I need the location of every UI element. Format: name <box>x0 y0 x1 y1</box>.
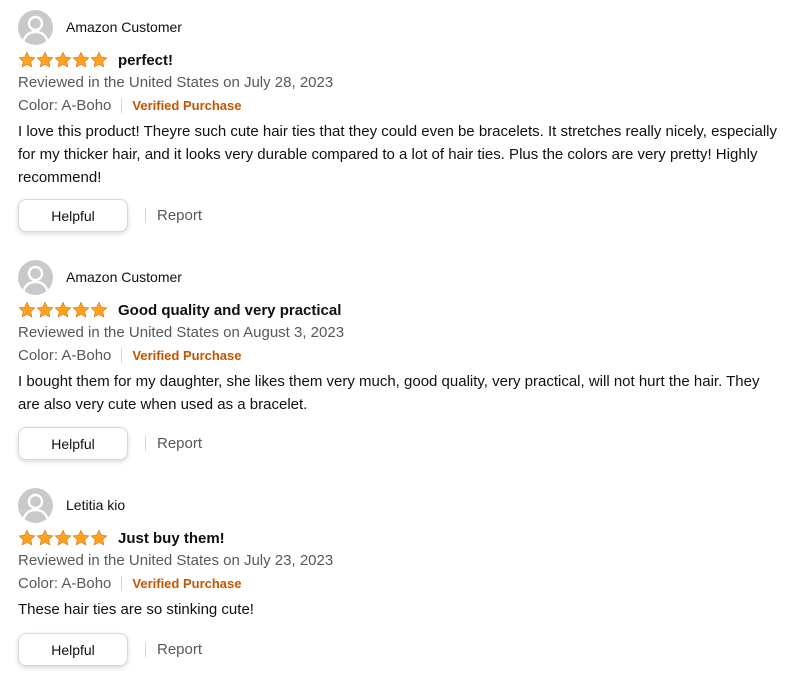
star-icon <box>72 51 90 68</box>
review-date: Reviewed in the United States on August … <box>18 324 345 341</box>
star-icon <box>36 301 54 318</box>
star-icon <box>18 51 36 68</box>
divider <box>145 436 146 451</box>
star-icon <box>90 529 108 546</box>
divider <box>145 642 146 657</box>
verified-purchase-badge: Verified Purchase <box>132 348 242 363</box>
star-icon <box>72 301 90 318</box>
star-icon <box>54 529 72 546</box>
divider <box>145 208 146 223</box>
verified-purchase-badge: Verified Purchase <box>132 98 242 113</box>
reviewer-name: Amazon Customer <box>66 19 182 35</box>
review-date: Reviewed in the United States on July 28… <box>18 74 334 91</box>
reviewer-profile[interactable]: Letitia kio <box>18 487 125 523</box>
review-title[interactable]: Just buy them! <box>118 530 225 547</box>
star-icon <box>36 529 54 546</box>
reviewer-name: Amazon Customer <box>66 269 182 285</box>
star-rating[interactable] <box>18 529 108 547</box>
report-link[interactable]: Report <box>157 641 202 658</box>
verified-purchase-badge: Verified Purchase <box>132 576 242 591</box>
reviewer-profile[interactable]: Amazon Customer <box>18 259 182 295</box>
avatar-icon <box>18 259 53 295</box>
star-icon <box>36 51 54 68</box>
avatar-icon <box>18 9 53 45</box>
review-body: These hair ties are so stinking cute! <box>18 601 254 618</box>
star-icon <box>18 301 36 318</box>
divider <box>121 348 123 363</box>
star-icon <box>54 51 72 68</box>
divider <box>121 98 123 113</box>
star-rating[interactable] <box>18 301 108 319</box>
color-variant: Color: A-Boho <box>18 97 112 114</box>
review-date: Reviewed in the United States on July 23… <box>18 552 334 569</box>
avatar-icon <box>18 487 53 523</box>
review-body: I bought them for my daughter, she likes… <box>18 373 760 413</box>
divider <box>121 576 123 591</box>
star-icon <box>90 301 108 318</box>
star-icon <box>54 301 72 318</box>
reviewer-profile[interactable]: Amazon Customer <box>18 9 182 45</box>
report-link[interactable]: Report <box>157 207 202 224</box>
star-icon <box>72 529 90 546</box>
star-icon <box>18 529 36 546</box>
color-variant: Color: A-Boho <box>18 575 112 592</box>
report-link[interactable]: Report <box>157 435 202 452</box>
reviewer-name: Letitia kio <box>66 497 126 513</box>
review-title[interactable]: Good quality and very practical <box>118 302 341 319</box>
helpful-button[interactable]: Helpful <box>18 199 128 232</box>
color-variant: Color: A-Boho <box>18 347 112 364</box>
review-title[interactable]: perfect! <box>118 52 173 69</box>
helpful-button[interactable]: Helpful <box>18 633 128 666</box>
review-body: I love this product! Theyre such cute ha… <box>18 123 777 186</box>
helpful-button[interactable]: Helpful <box>18 427 128 460</box>
star-rating[interactable] <box>18 51 108 69</box>
star-icon <box>90 51 108 68</box>
